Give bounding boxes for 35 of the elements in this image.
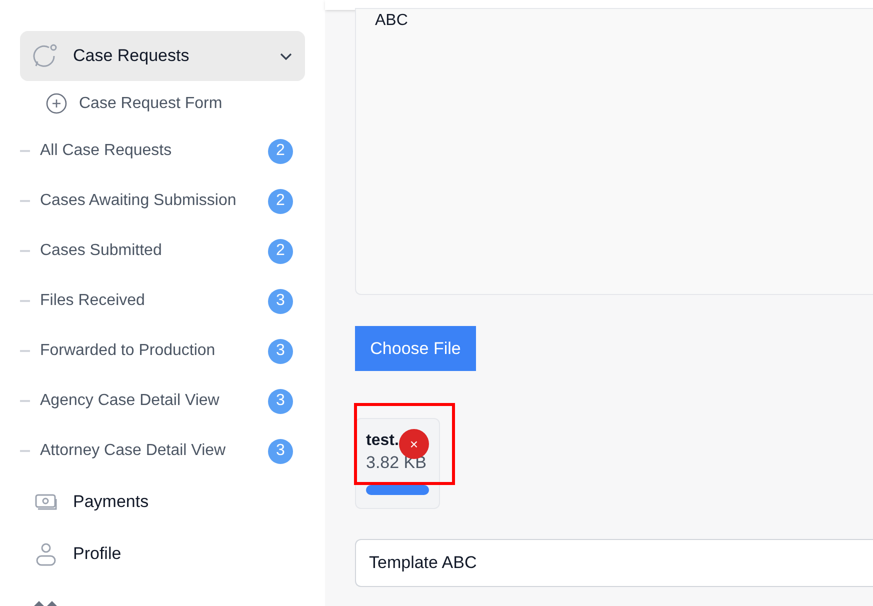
- file-name: test.: [366, 431, 399, 451]
- sidebar-link[interactable]: Cases Awaiting Submission: [40, 189, 268, 213]
- sidebar-link[interactable]: Case Request Form: [20, 81, 222, 126]
- user-icon: [35, 542, 57, 566]
- sidebar-link[interactable]: Forwarded to Production: [40, 339, 268, 363]
- dash-icon: [20, 200, 30, 202]
- chevron-down-icon: [280, 52, 292, 60]
- count-badge: 3: [268, 438, 293, 464]
- count-badge: 2: [268, 188, 293, 214]
- sidebar-link[interactable]: Attorney Case Detail View: [40, 439, 268, 463]
- template-input-field[interactable]: Template ABC: [355, 539, 873, 587]
- chat-bubble-icon: [33, 43, 59, 69]
- dash-icon: [20, 150, 30, 152]
- count-badge: 2: [268, 238, 293, 264]
- dash-icon: [20, 450, 30, 452]
- count-badge: 3: [268, 388, 293, 414]
- plus-circle-icon: [46, 93, 67, 114]
- dash-icon: [20, 250, 30, 252]
- sidebar-link[interactable]: Cases Submitted: [40, 239, 268, 263]
- count-badge: 3: [268, 338, 293, 364]
- choose-file-button[interactable]: Choose File: [355, 326, 476, 371]
- count-badge: 2: [268, 138, 293, 164]
- description-text-area[interactable]: ABC: [355, 8, 873, 295]
- sidebar-link[interactable]: All Case Requests: [40, 139, 268, 163]
- sidebar-link[interactable]: Payments: [73, 489, 149, 515]
- sidebar-link[interactable]: Agency Case Detail View: [40, 389, 268, 413]
- case-requests-menu[interactable]: Case Requests: [20, 31, 305, 81]
- banknote-icon: [34, 492, 58, 512]
- upload-progress-bar: [366, 485, 429, 495]
- dash-icon: [20, 300, 30, 302]
- dash-icon: [20, 400, 30, 402]
- dash-icon: [20, 350, 30, 352]
- sidebar-link[interactable]: Profile: [73, 541, 122, 567]
- sidebar-link[interactable]: Files Received: [40, 289, 268, 313]
- count-badge: 3: [268, 288, 293, 314]
